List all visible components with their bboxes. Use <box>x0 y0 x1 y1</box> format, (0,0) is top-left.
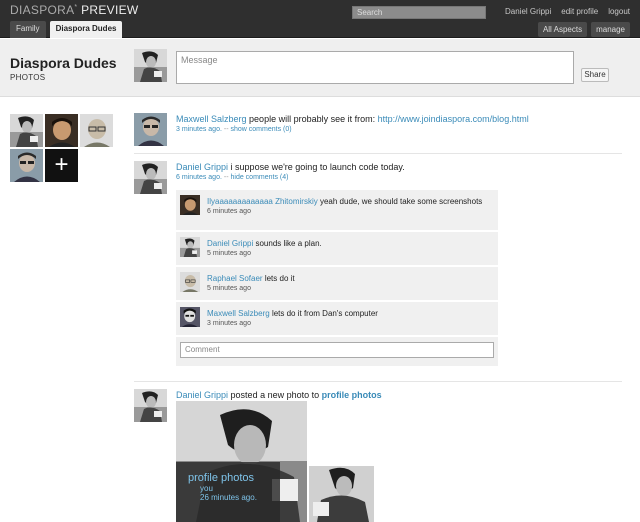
comment: Raphael Sofaer lets do it 5 minutes ago <box>176 267 498 302</box>
post-meta: 6 minutes ago. -- hide comments (4) <box>176 174 622 181</box>
comment-avatar[interactable] <box>180 307 200 327</box>
comment-time: 5 minutes ago <box>207 250 251 257</box>
comment-avatar[interactable] <box>180 237 200 257</box>
hide-comments-link[interactable]: hide comments (4) <box>231 174 289 181</box>
meta-separator: -- <box>223 126 229 133</box>
share-button[interactable]: Share <box>581 68 609 82</box>
comment-message: yeah dude, we should take some screensho… <box>319 197 483 206</box>
user-name-link[interactable]: Daniel Grippi <box>505 7 551 16</box>
diaspora-logo[interactable]: DIASPORA* PREVIEW <box>10 3 139 17</box>
comment-time: 6 minutes ago <box>207 208 251 215</box>
edit-profile-link[interactable]: edit profile <box>561 7 598 16</box>
photo-thumbnail[interactable] <box>309 466 374 522</box>
tab-diaspora-dudes[interactable]: Diaspora Dudes <box>49 21 123 38</box>
comment-author-link[interactable]: Maxwell Salzberg <box>207 309 270 318</box>
post-time[interactable]: 3 minutes ago. <box>176 126 222 133</box>
album-link[interactable]: profile photos <box>322 390 382 400</box>
post-divider <box>134 381 622 382</box>
post-message: people will probably see it from: <box>249 114 376 124</box>
message-input[interactable] <box>176 51 574 84</box>
post-message: posted a new photo to <box>230 390 320 400</box>
friend-avatar[interactable] <box>10 149 43 182</box>
comment: Maxwell Salzberg lets do it from Dan's c… <box>176 302 498 337</box>
comment-text: Maxwell Salzberg lets do it from Dan's c… <box>207 308 492 319</box>
post-meta: 3 minutes ago. -- show comments (0) <box>176 126 622 133</box>
thumbnail-image <box>309 466 374 522</box>
photo-time: 26 minutes ago. <box>200 493 257 502</box>
post-author-link[interactable]: Maxwell Salzberg <box>176 114 247 124</box>
post-avatar[interactable] <box>134 389 167 422</box>
aspect-controls: All Aspects manage <box>537 22 630 37</box>
all-aspects-button[interactable]: All Aspects <box>537 22 588 37</box>
search-input[interactable] <box>352 6 486 19</box>
top-bar: DIASPORA* PREVIEW Daniel Grippi edit pro… <box>0 0 640 38</box>
brand-preview: PREVIEW <box>81 3 139 17</box>
page-head: Diaspora Dudes PHOTOS Share <box>0 39 640 97</box>
comment: Ilyaaaaaaaaaaaaa Zhitomirskiy yeah dude,… <box>176 190 498 232</box>
comment-form <box>176 337 498 366</box>
comment-text: Daniel Grippi sounds like a plan. <box>207 238 492 249</box>
meta-separator: -- <box>223 174 229 181</box>
photo-owner: you <box>200 484 213 493</box>
add-friend-plus-icon[interactable]: + <box>45 149 78 182</box>
post-author-link[interactable]: Daniel Grippi <box>176 390 228 400</box>
logout-link[interactable]: logout <box>608 7 630 16</box>
post-message: i suppose we're going to launch code tod… <box>230 162 405 172</box>
friend-avatar[interactable] <box>80 114 113 147</box>
post-text: Daniel Grippi i suppose we're going to l… <box>176 161 622 173</box>
comment-message: lets do it from Dan's computer <box>271 309 378 318</box>
post-text: Maxwell Salzberg people will probably se… <box>176 113 622 125</box>
photo-caption: profile photos you 26 minutes ago. <box>176 462 280 522</box>
post-time[interactable]: 6 minutes ago. <box>176 174 222 181</box>
post-url-link[interactable]: http://www.joindiaspora.com/blog.html <box>378 114 529 124</box>
post-text: Daniel Grippi posted a new photo to prof… <box>176 389 622 401</box>
post-avatar[interactable] <box>134 113 167 146</box>
comment-author-link[interactable]: Raphael Sofaer <box>207 274 263 283</box>
post-divider <box>134 153 622 154</box>
comment-author-link[interactable]: Daniel Grippi <box>207 239 253 248</box>
show-comments-link[interactable]: show comments (0) <box>231 126 292 133</box>
brand-asterisk: * <box>74 4 78 11</box>
post-author-link[interactable]: Daniel Grippi <box>176 162 228 172</box>
friend-avatar[interactable] <box>45 114 78 147</box>
comment-input[interactable] <box>180 342 494 358</box>
comment-message: lets do it <box>264 274 295 283</box>
user-nav: Daniel Grippi edit profile logout <box>505 7 630 16</box>
comment-avatar[interactable] <box>180 272 200 292</box>
photos-link[interactable]: PHOTOS <box>10 73 45 82</box>
comment-list: Ilyaaaaaaaaaaaaa Zhitomirskiy yeah dude,… <box>176 190 498 366</box>
aspect-tabs: Family Diaspora Dudes <box>10 21 123 38</box>
avatar[interactable] <box>134 49 167 82</box>
comment-avatar[interactable] <box>180 195 200 215</box>
manage-button[interactable]: manage <box>591 22 630 37</box>
photo-album-title[interactable]: profile photos <box>188 472 280 484</box>
aspect-members: + <box>10 114 114 182</box>
comment-text: Ilyaaaaaaaaaaaaa Zhitomirskiy yeah dude,… <box>207 196 492 207</box>
comment: Daniel Grippi sounds like a plan. 5 minu… <box>176 232 498 267</box>
post-avatar[interactable] <box>134 161 167 194</box>
brand-name: DIASPORA <box>10 3 75 17</box>
comment-time: 3 minutes ago <box>207 320 251 327</box>
comment-message: sounds like a plan. <box>255 239 322 248</box>
comment-author-link[interactable]: Ilyaaaaaaaaaaaaa Zhitomirskiy <box>207 197 318 206</box>
comment-text: Raphael Sofaer lets do it <box>207 273 492 284</box>
comment-time: 5 minutes ago <box>207 285 251 292</box>
friend-avatar[interactable] <box>10 114 43 147</box>
page-title: Diaspora Dudes <box>10 55 117 71</box>
tab-family[interactable]: Family <box>10 21 46 38</box>
